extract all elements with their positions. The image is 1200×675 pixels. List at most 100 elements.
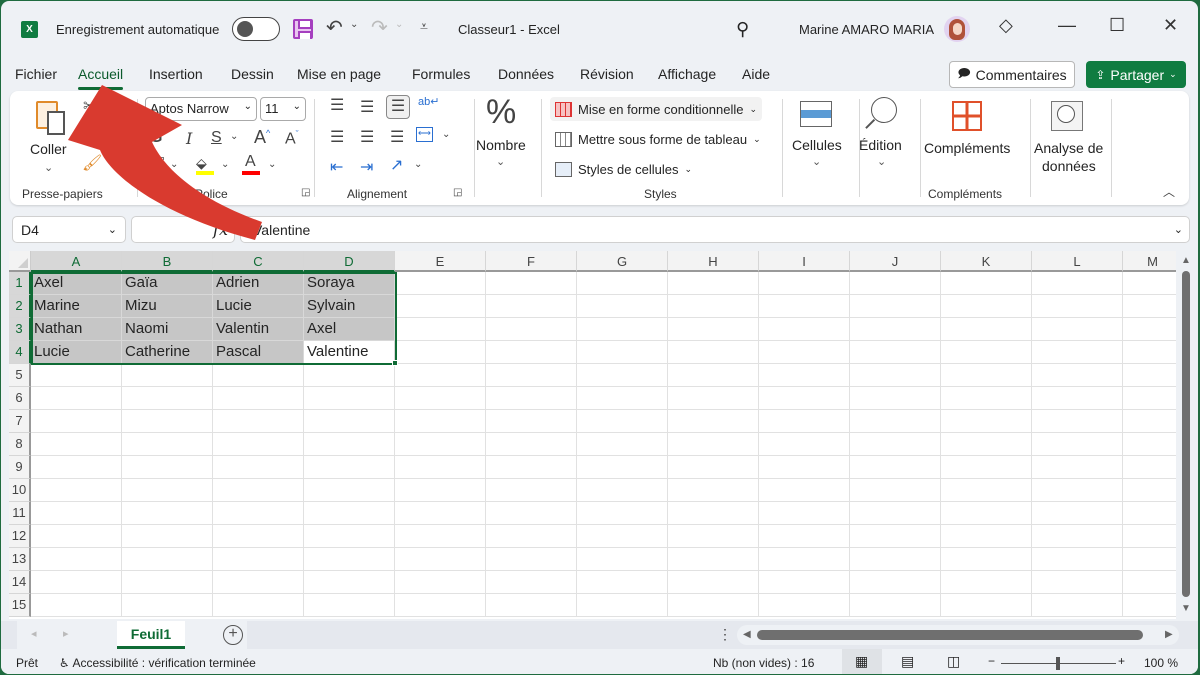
page-break-view-icon[interactable]: ◫ (947, 653, 960, 670)
row-header-15[interactable]: 15 (9, 594, 31, 617)
cell-g2[interactable] (577, 295, 668, 318)
cell-c10[interactable] (213, 479, 304, 502)
cell-f5[interactable] (486, 364, 577, 387)
cell-i7[interactable] (759, 410, 850, 433)
autosave-toggle[interactable] (232, 17, 280, 41)
cell-g11[interactable] (577, 502, 668, 525)
cell-l12[interactable] (1032, 525, 1123, 548)
cell-h5[interactable] (668, 364, 759, 387)
next-sheet-icon[interactable]: ▸ (63, 627, 69, 640)
increase-font-button[interactable]: A^ (254, 127, 270, 148)
cell-f6[interactable] (486, 387, 577, 410)
cell-f8[interactable] (486, 433, 577, 456)
scroll-up-icon[interactable]: ▲ (1181, 255, 1191, 266)
row-header-7[interactable]: 7 (9, 410, 31, 433)
cell-k14[interactable] (941, 571, 1032, 594)
cell-c2[interactable]: Lucie (213, 295, 304, 318)
cell-l4[interactable] (1032, 341, 1123, 364)
cell-j3[interactable] (850, 318, 941, 341)
cell-f13[interactable] (486, 548, 577, 571)
minimize-icon[interactable]: — (1058, 15, 1076, 36)
cell-j1[interactable] (850, 272, 941, 295)
column-header-g[interactable]: G (577, 251, 668, 272)
tab-formules[interactable]: Formules (412, 66, 470, 82)
prev-sheet-icon[interactable]: ◂ (31, 627, 37, 640)
cell-h14[interactable] (668, 571, 759, 594)
cell-e8[interactable] (395, 433, 486, 456)
tab-split-handle-icon[interactable]: ⋮ (718, 626, 732, 643)
cell-m8[interactable] (1123, 433, 1176, 456)
cell-h7[interactable] (668, 410, 759, 433)
column-header-i[interactable]: I (759, 251, 850, 272)
cell-l13[interactable] (1032, 548, 1123, 571)
cell-c14[interactable] (213, 571, 304, 594)
cell-a13[interactable] (31, 548, 122, 571)
tab-fichier[interactable]: Fichier (15, 66, 57, 82)
cell-h1[interactable] (668, 272, 759, 295)
cell-i5[interactable] (759, 364, 850, 387)
cell-d12[interactable] (304, 525, 395, 548)
undo-icon[interactable]: ↶ (326, 15, 343, 40)
cell-c11[interactable] (213, 502, 304, 525)
count-nonempty[interactable]: Nb (non vides) : 16 (713, 656, 814, 670)
cell-b7[interactable] (122, 410, 213, 433)
cell-g3[interactable] (577, 318, 668, 341)
cell-m3[interactable] (1123, 318, 1176, 341)
increase-indent-icon[interactable]: ⇥ (360, 157, 373, 177)
cell-k8[interactable] (941, 433, 1032, 456)
column-header-h[interactable]: H (668, 251, 759, 272)
cell-a9[interactable] (31, 456, 122, 479)
cell-d13[interactable] (304, 548, 395, 571)
cell-a8[interactable] (31, 433, 122, 456)
align-left-icon[interactable]: ☰ (330, 127, 344, 147)
decrease-font-button[interactable]: Aˇ (285, 129, 299, 148)
cell-h8[interactable] (668, 433, 759, 456)
cell-m6[interactable] (1123, 387, 1176, 410)
cell-d3[interactable]: Axel (304, 318, 395, 341)
cell-g13[interactable] (577, 548, 668, 571)
cell-i9[interactable] (759, 456, 850, 479)
fill-dropdown-icon[interactable]: ⌄ (221, 159, 229, 170)
cell-c6[interactable] (213, 387, 304, 410)
cell-l7[interactable] (1032, 410, 1123, 433)
column-header-b[interactable]: B (122, 251, 213, 272)
cell-h3[interactable] (668, 318, 759, 341)
cell-g15[interactable] (577, 594, 668, 617)
align-bottom-icon[interactable]: ☰ (386, 95, 410, 119)
cell-k5[interactable] (941, 364, 1032, 387)
tab-donnees[interactable]: Données (498, 66, 554, 82)
cell-b3[interactable]: Naomi (122, 318, 213, 341)
cell-i14[interactable] (759, 571, 850, 594)
cell-d11[interactable] (304, 502, 395, 525)
cell-l15[interactable] (1032, 594, 1123, 617)
cell-h10[interactable] (668, 479, 759, 502)
cell-f15[interactable] (486, 594, 577, 617)
cell-e1[interactable] (395, 272, 486, 295)
cell-m14[interactable] (1123, 571, 1176, 594)
cell-f3[interactable] (486, 318, 577, 341)
cell-k1[interactable] (941, 272, 1032, 295)
cell-f2[interactable] (486, 295, 577, 318)
cell-l3[interactable] (1032, 318, 1123, 341)
cell-c3[interactable]: Valentin (213, 318, 304, 341)
cell-d5[interactable] (304, 364, 395, 387)
cell-e11[interactable] (395, 502, 486, 525)
cell-i13[interactable] (759, 548, 850, 571)
row-header-14[interactable]: 14 (9, 571, 31, 594)
fill-color-button[interactable]: ⬙ (196, 155, 214, 175)
cell-i3[interactable] (759, 318, 850, 341)
tab-affichage[interactable]: Affichage (658, 66, 716, 82)
cell-a5[interactable] (31, 364, 122, 387)
horizontal-scroll-thumb[interactable] (757, 630, 1143, 640)
borders-dropdown-icon[interactable]: ⌄ (170, 159, 178, 170)
cell-e13[interactable] (395, 548, 486, 571)
cell-b1[interactable]: Gaïa (122, 272, 213, 295)
cell-f7[interactable] (486, 410, 577, 433)
cell-b13[interactable] (122, 548, 213, 571)
cell-d9[interactable] (304, 456, 395, 479)
align-top-icon[interactable]: ☰ (330, 95, 344, 115)
spreadsheet-grid[interactable]: ABCDEFGHIJKLM 1 2 3 4 5 6 7 8 9 10 11 12 13 14 15 Axel… (9, 251, 1176, 619)
page-layout-view-icon[interactable]: ▤ (901, 653, 914, 670)
font-size-combo[interactable]: 11 ⌄ (260, 97, 306, 121)
cell-a1[interactable]: Axel (31, 272, 122, 295)
